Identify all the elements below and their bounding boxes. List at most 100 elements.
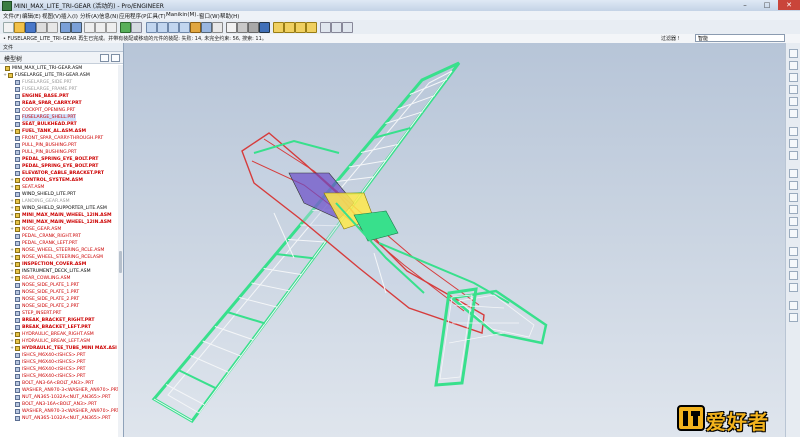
tree-item[interactable]: ELEVATOR_CABLE_BRACKET.PRT [0,170,118,177]
merge-icon[interactable] [789,271,798,280]
menu-tools[interactable]: 工具(T) [147,12,166,20]
tree-item[interactable]: COCKPIT_OPENING.PRT [0,107,118,114]
hole-icon[interactable] [789,169,798,178]
airplane-model-wireframe[interactable] [124,43,785,437]
email-icon[interactable] [47,22,58,33]
tree-item[interactable]: NOSE_SIDE_PLATE_2.PRT [0,303,118,310]
save-icon[interactable] [25,22,36,33]
tree-item[interactable]: ISHCS_M6X40<ISHCS>.PRT [0,373,118,380]
expand-toggle-icon[interactable]: + [10,346,14,350]
tree-item[interactable]: SEAT_BULKHEAD.PRT [0,121,118,128]
tree-item[interactable]: ENGINE_BASE.PRT [0,93,118,100]
find-icon[interactable] [131,22,142,33]
expand-toggle-icon[interactable] [10,101,14,105]
tree-item[interactable]: NUT_AN365-1032A<NUT_AN365>.PRT [0,415,118,422]
menu-help[interactable]: 帮助(H) [220,12,239,20]
expand-toggle-icon[interactable] [10,360,14,364]
tree-item[interactable]: BOLT_AN3-16A<BOLT_AN3>.PRT [0,401,118,408]
expand-toggle-icon[interactable] [10,290,14,294]
extrude-icon[interactable] [789,127,798,136]
tree-item[interactable]: + HYDRAULIC_BREAK_RIGHT.ASM [0,331,118,338]
expand-toggle-icon[interactable]: + [10,199,14,203]
round-icon[interactable] [789,217,798,226]
expand-toggle-icon[interactable] [10,241,14,245]
undo-icon[interactable] [60,22,71,33]
expand-toggle-icon[interactable] [10,164,14,168]
expand-toggle-icon[interactable] [10,409,14,413]
expand-toggle-icon[interactable] [10,304,14,308]
expand-toggle-icon[interactable]: + [3,73,7,77]
expand-toggle-icon[interactable] [10,143,14,147]
tree-item[interactable]: PEDAL_CRANK_LEFT.PRT [0,240,118,247]
expand-toggle-icon[interactable]: + [10,185,14,189]
tree-item[interactable]: BOLT_AN3-6A<BOLT_AN3>.PRT [0,380,118,387]
tree-item[interactable]: + NOSE_GEAR.ASM [0,226,118,233]
expand-toggle-icon[interactable] [10,374,14,378]
paste-icon[interactable] [106,22,117,33]
tree-item[interactable]: FUSELARGE_FRAME.PRT [0,86,118,93]
tree-item[interactable]: + HYDRAULIC_TEE_TUBE_MINI MAX.ASI [0,345,118,352]
expand-toggle-icon[interactable]: + [10,213,14,217]
expand-toggle-icon[interactable] [10,122,14,126]
expand-toggle-icon[interactable] [0,66,4,70]
tree-item[interactable]: + LANDING_GEAR.ASM [0,198,118,205]
expand-toggle-icon[interactable]: + [10,129,14,133]
tree-item[interactable]: + SEAT.ASM [0,184,118,191]
datum-points-icon[interactable] [295,22,306,33]
expand-toggle-icon[interactable] [10,381,14,385]
tree-item[interactable]: WASHER_AN970-3<WASHER_AN970>.PRT [0,408,118,415]
tree-item[interactable]: PEDAL_SPRING_EYE_BOLT.PRT [0,163,118,170]
tree-show-icon[interactable] [111,54,120,62]
tree-item[interactable]: PEDAL_SPRING_EYE_BOLT.PRT [0,156,118,163]
tree-item[interactable]: FUSELARGE_SIDE.PRT [0,79,118,86]
expand-toggle-icon[interactable]: + [10,206,14,210]
expand-toggle-icon[interactable]: + [10,220,14,224]
tree-item[interactable]: + HYDRAULIC_BREAK_LEFT.ASM [0,338,118,345]
expand-toggle-icon[interactable] [10,318,14,322]
redo-icon[interactable] [71,22,82,33]
expand-toggle-icon[interactable] [10,353,14,357]
no-hidden-icon[interactable] [248,22,259,33]
tree-item[interactable]: + MINI_MAX_MAIN_WHEEL_12IN.ASM [0,212,118,219]
tree-item[interactable]: + REAR_COWLING.ASM [0,275,118,282]
menu-view[interactable]: 视图(V) [42,12,61,20]
sketch-icon[interactable] [789,49,798,58]
expand-toggle-icon[interactable] [10,94,14,98]
expand-toggle-icon[interactable]: + [10,262,14,266]
spin-center-icon[interactable] [331,22,342,33]
expand-toggle-icon[interactable] [10,192,14,196]
draft-icon[interactable] [789,205,798,214]
expand-toggle-icon[interactable]: + [10,178,14,182]
expand-toggle-icon[interactable] [10,416,14,420]
menu-window[interactable]: 窗口(W) [199,12,220,20]
expand-toggle-icon[interactable] [10,150,14,154]
tree-item[interactable]: PULL_PIN_BUSHING.PRT [0,149,118,156]
tree-item[interactable]: FRONT_SPAR_CARRY-THROUGH.PRT [0,135,118,142]
assemble-icon[interactable] [789,301,798,310]
expand-toggle-icon[interactable] [10,402,14,406]
layers-icon[interactable] [212,22,223,33]
expand-toggle-icon[interactable]: + [10,227,14,231]
tree-item[interactable]: PULL_PIN_BUSHING.PRT [0,142,118,149]
create-component-icon[interactable] [789,313,798,322]
csys-tool-icon[interactable] [789,109,798,118]
rib-icon[interactable] [789,193,798,202]
chamfer-icon[interactable] [789,229,798,238]
menu-insert[interactable]: 插入(I) [61,12,78,20]
expand-toggle-icon[interactable] [10,87,14,91]
hidden-line-icon[interactable] [237,22,248,33]
tab-file[interactable]: 文件 [3,44,13,51]
regenerate-icon[interactable] [120,22,131,33]
tree-item[interactable]: REAR_SPAR_CARRY.PRT [0,100,118,107]
menu-analysis[interactable]: 分析(A) [80,12,99,20]
expand-toggle-icon[interactable] [10,115,14,119]
selection-filter-dropdown[interactable]: 智能 [695,34,785,42]
shell-icon[interactable] [789,181,798,190]
expand-toggle-icon[interactable] [10,136,14,140]
expand-toggle-icon[interactable] [10,283,14,287]
datum-plane-tool-icon[interactable] [789,61,798,70]
graphics-window[interactable] [124,43,785,437]
tree-item[interactable]: NOSE_SIDE_PLATE_2.PRT [0,296,118,303]
expand-toggle-icon[interactable] [10,388,14,392]
print-icon[interactable] [36,22,47,33]
